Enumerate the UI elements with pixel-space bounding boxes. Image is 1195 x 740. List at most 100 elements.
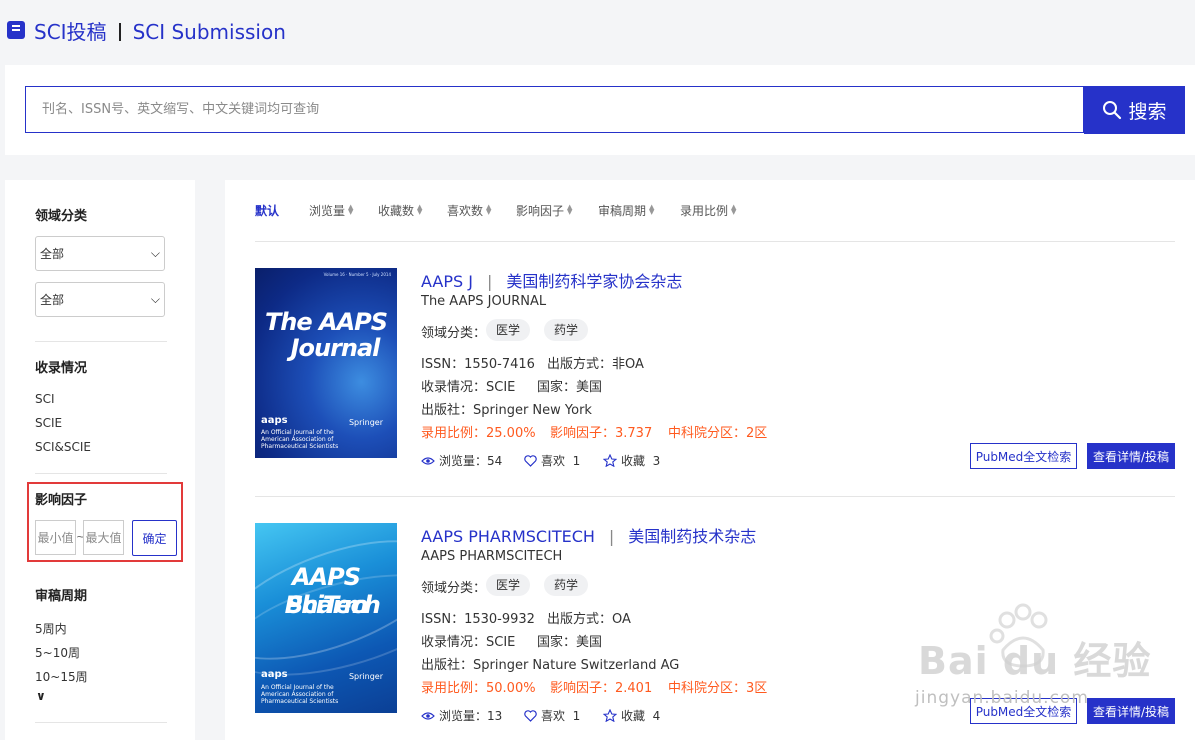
sort-accept-rate[interactable]: 录用比例 ▲ ▼ (680, 202, 738, 219)
springer-logo: Springer (348, 418, 383, 427)
if-confirm-button[interactable]: 确定 (132, 520, 177, 556)
tag-medicine[interactable]: 医学 (486, 319, 531, 341)
site-title-en[interactable]: SCI Submission (133, 20, 286, 44)
index-status: 收录情况：SCIE (421, 635, 516, 650)
watermark-logo-text: Bai du 经验 (918, 639, 1152, 683)
index-option-sci[interactable]: SCI (35, 392, 55, 406)
cover-title-line1: The AAPS (264, 308, 388, 336)
divider (35, 722, 167, 723)
heart-icon (524, 454, 537, 467)
chevron-down-icon[interactable]: ∨ (36, 689, 46, 703)
publish-mode: 出版方式：非OA (547, 357, 644, 372)
journal-full-name: AAPS PHARMSCITECH (421, 549, 563, 564)
like-button[interactable]: 喜欢 1 (524, 707, 580, 724)
if-max-input[interactable]: 最大值 (83, 520, 124, 555)
divider (35, 473, 167, 474)
sort-label: 录用比例 (680, 204, 729, 218)
pubmed-search-button[interactable]: PubMed全文检索 (970, 443, 1077, 469)
review-option-1[interactable]: 5周内 (35, 620, 67, 637)
divider (255, 241, 1175, 242)
view-details-button[interactable]: 查看详情/投稿 (1087, 443, 1175, 469)
cover-footnote: An Official Journal of the American Asso… (261, 684, 339, 705)
sort-favorites[interactable]: 收藏数 ▲ ▼ (378, 202, 424, 219)
index-option-sci-scie[interactable]: SCI&SCIE (35, 440, 91, 454)
eye-icon (421, 456, 435, 465)
publish-mode: 出版方式：OA (547, 612, 631, 627)
index-status: 收录情况：SCIE (421, 380, 516, 395)
sort-arrows-icon: ▲ ▼ (348, 203, 354, 216)
impact-factor: 影响因子：2.401 (550, 681, 653, 696)
sort-review-period[interactable]: 审稿周期 ▲ ▼ (598, 202, 656, 219)
review-option-2[interactable]: 5~10周 (35, 644, 80, 661)
sort-arrows-icon: ▲ ▼ (486, 203, 492, 216)
journal-name-cn[interactable]: 美国制药科学家协会杂志 (506, 272, 682, 291)
tag-medicine[interactable]: 医学 (486, 574, 531, 596)
sort-label: 影响因子 (516, 204, 565, 218)
cover-issue: Volume 16 · Number 5 · July 2014 (323, 272, 391, 277)
publisher: 出版社：Springer Nature Switzerland AG (421, 658, 680, 673)
journal-full-name: The AAPS JOURNAL (421, 294, 547, 309)
aaps-logo: aaps (261, 669, 288, 680)
journal-title-1[interactable]: AAPS J | 美国制药科学家协会杂志 (421, 268, 682, 292)
sort-label: 喜欢数 (447, 204, 484, 218)
journal-abbr[interactable]: AAPS J (421, 272, 473, 291)
country: 国家：美国 (537, 380, 603, 395)
book-icon (7, 21, 25, 39)
views-stat: 浏览量：54 (421, 452, 502, 469)
title-separator: | (608, 527, 615, 546)
star-icon (603, 454, 617, 467)
review-option-3[interactable]: 10~15周 (35, 668, 88, 685)
site-header: SCI投稿 SCI Submission (0, 0, 1195, 60)
views-count: 浏览量：54 (439, 454, 503, 468)
field-label: 领域分类： (421, 326, 487, 341)
tag-pharmacy[interactable]: 药学 (544, 319, 589, 341)
journal-cover-1[interactable]: Volume 16 · Number 5 · July 2014 The AAP… (255, 268, 397, 458)
sort-default[interactable]: 默认 (255, 202, 279, 219)
field-select-secondary-value: 全部 (40, 293, 65, 307)
if-min-input[interactable]: 最小值 (35, 520, 76, 555)
sort-label: 浏览量 (309, 204, 346, 218)
impact-factor-heading: 影响因子 (35, 493, 88, 508)
cover-footnote: An Official Journal of the American Asso… (261, 429, 339, 450)
journal-name-cn[interactable]: 美国制药技术杂志 (628, 527, 756, 546)
springer-logo: Springer (348, 672, 383, 681)
field-heading: 领域分类 (35, 209, 88, 224)
journal-abbr[interactable]: AAPS PHARMSCITECH (421, 527, 595, 546)
like-button[interactable]: 喜欢 1 (524, 452, 580, 469)
sort-arrows-icon: ▲ ▼ (567, 203, 573, 216)
site-title[interactable]: SCI投稿 SCI Submission (34, 16, 286, 45)
divider (255, 496, 1175, 497)
star-icon (603, 709, 617, 722)
title-divider (118, 23, 121, 41)
field-select-primary-value: 全部 (40, 247, 65, 261)
review-period-heading: 审稿周期 (35, 589, 88, 604)
field-label: 领域分类： (421, 581, 487, 596)
issn: ISSN：1550-7416 (421, 357, 535, 372)
index-option-scie[interactable]: SCIE (35, 416, 62, 430)
favorites-count: 收藏 4 (621, 709, 661, 723)
chevron-down-icon: ⌵ (150, 246, 160, 260)
likes-count: 喜欢 1 (541, 709, 581, 723)
views-count: 浏览量：13 (439, 709, 503, 723)
field-select-secondary[interactable]: 全部 ⌵ (35, 282, 165, 317)
site-title-cn[interactable]: SCI投稿 (34, 20, 107, 44)
tag-pharmacy[interactable]: 药学 (544, 574, 589, 596)
favorites-count: 收藏 3 (621, 454, 661, 468)
accept-rate: 录用比例：25.00% (421, 426, 536, 441)
favorite-button[interactable]: 收藏 3 (603, 452, 660, 469)
sort-likes[interactable]: 喜欢数 ▲ ▼ (447, 202, 493, 219)
sort-arrows-icon: ▲ ▼ (731, 203, 737, 216)
favorite-button[interactable]: 收藏 4 (603, 707, 660, 724)
issn: ISSN：1530-9932 (421, 612, 535, 627)
likes-count: 喜欢 1 (541, 454, 581, 468)
divider (35, 341, 167, 342)
search-button[interactable]: 搜索 (1084, 86, 1185, 134)
field-select-primary[interactable]: 全部 ⌵ (35, 236, 165, 271)
search-input[interactable] (25, 86, 1084, 133)
sort-label: 收藏数 (378, 204, 415, 218)
sort-impact-factor[interactable]: 影响因子 ▲ ▼ (516, 202, 574, 219)
journal-cover-2[interactable]: AAPS Pharm SciTech aaps Springer An Offi… (255, 523, 397, 713)
journal-title-2[interactable]: AAPS PHARMSCITECH | 美国制药技术杂志 (421, 523, 756, 547)
sort-views[interactable]: 浏览量 ▲ ▼ (309, 202, 355, 219)
publisher: 出版社：Springer New York (421, 403, 592, 418)
